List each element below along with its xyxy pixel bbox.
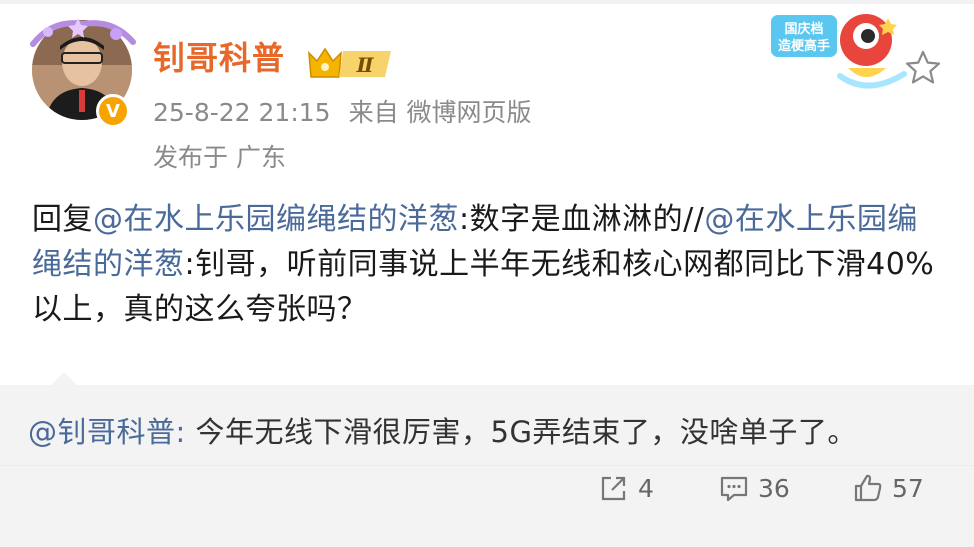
top-divider (0, 0, 974, 4)
repost-count: 4 (638, 473, 654, 503)
avatar-frame-decoration (30, 18, 136, 47)
quoted-reply-text: @钊哥科普: 今年无线下滑很厉害，5G弄结束了，没啥单子了。 (28, 412, 857, 452)
favorite-star-icon[interactable] (903, 48, 943, 88)
mascot-badge-icon: 国庆档 造梗高手 (769, 13, 907, 89)
quoted-reply[interactable] (0, 385, 974, 547)
reply-prefix: 回复 (32, 202, 93, 237)
level-badge-label: Ⅱ (356, 53, 375, 77)
repost-button[interactable]: 4 (598, 468, 654, 508)
quote-pointer (50, 372, 78, 386)
mention-link[interactable]: @在水上乐园编绳结的洋葱 (93, 202, 459, 237)
comment-icon (720, 476, 748, 502)
username[interactable]: 钊哥科普 (153, 42, 285, 74)
svg-text:国庆档: 国庆档 (784, 21, 823, 37)
divider (0, 465, 974, 466)
like-button[interactable]: 57 (852, 468, 924, 508)
level-badge: Ⅱ (308, 47, 391, 78)
location: 发布于 广东 (153, 143, 286, 172)
repost-icon (601, 476, 626, 501)
quoted-reply-body: 今年无线下滑很厉害，5G弄结束了，没啥单子了。 (185, 415, 857, 449)
post-text-segment: :数字是血淋淋的// (459, 202, 705, 237)
source: 来自 微博网页版 (348, 98, 532, 127)
svg-text:造梗高手: 造梗高手 (778, 38, 830, 54)
thumbs-up-icon (854, 474, 882, 502)
post-text: 回复@在水上乐园编绳结的洋葱:数字是血淋淋的//@在水上乐园编绳结的洋葱:钊哥，… (32, 197, 947, 332)
post-meta: 25-8-22 21:15 来自 微博网页版 (153, 100, 532, 125)
quoted-mention-link[interactable]: @钊哥科普: (28, 415, 186, 449)
comment-count: 36 (758, 473, 790, 503)
comment-button[interactable]: 36 (718, 468, 790, 508)
timestamp: 25-8-22 21:15 (153, 98, 331, 127)
like-count: 57 (892, 473, 924, 503)
verified-badge: V (96, 94, 130, 128)
